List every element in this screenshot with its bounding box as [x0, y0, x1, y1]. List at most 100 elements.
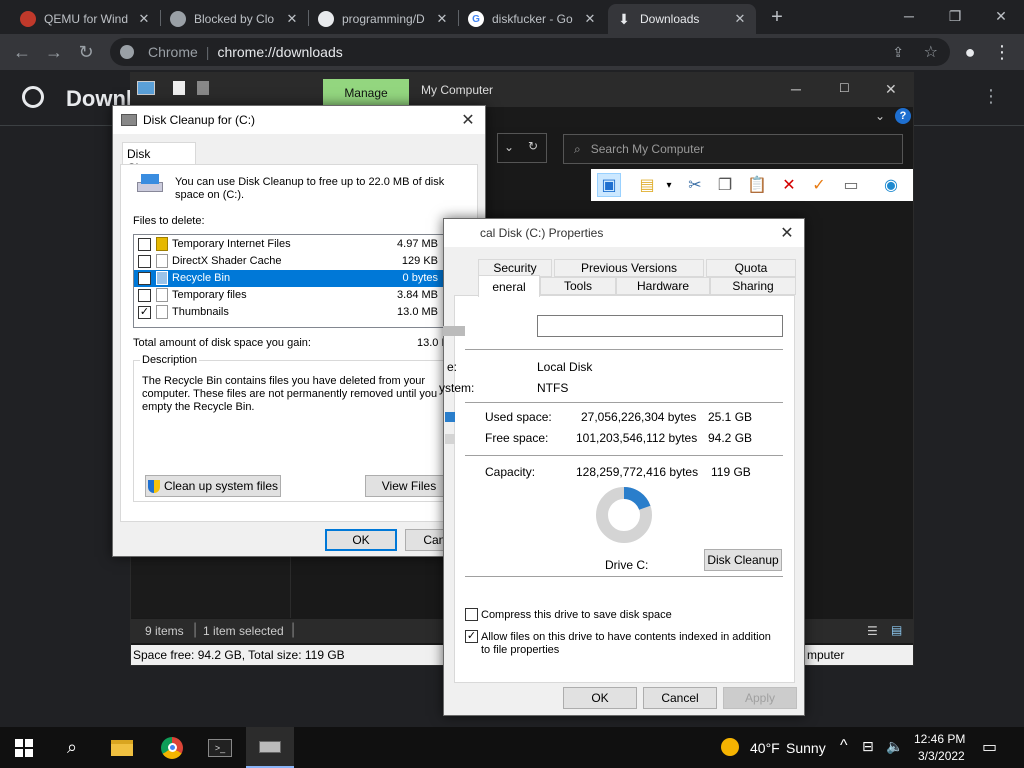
paste-icon[interactable]: 📋 [745, 173, 769, 197]
index-checkbox[interactable]: ✓ [465, 630, 478, 643]
tab-programming[interactable]: programming/D ✕ [310, 4, 458, 34]
cancel-button[interactable]: Cancel [643, 687, 717, 709]
total-gain-label: Total amount of disk space you gain: [133, 337, 311, 349]
tab-tools[interactable]: Tools [540, 277, 616, 295]
share-icon[interactable]: ⇪ [892, 44, 904, 61]
tab-general[interactable]: eneral [478, 275, 540, 297]
downloads-menu-icon[interactable]: ⋮ [982, 86, 1000, 107]
weather-temperature[interactable]: 40°F [750, 740, 780, 756]
address-bar[interactable]: Chrome | chrome://downloads ⇪ ☆ [110, 38, 950, 66]
file-checkbox[interactable] [138, 255, 151, 268]
network-icon[interactable]: ◉ [879, 173, 903, 197]
network-tray-icon[interactable]: ⊟ [862, 738, 874, 755]
properties-qat-icon[interactable] [173, 81, 185, 95]
drive-label: Drive C: [605, 558, 649, 572]
file-name: Temporary files [172, 289, 247, 301]
explorer-maximize-icon[interactable]: ☐ [839, 81, 850, 95]
restore-icon[interactable]: ❐ [932, 0, 978, 32]
list-item[interactable]: ✓ Thumbnails 13.0 MB [134, 304, 444, 321]
list-item[interactable]: Recycle Bin 0 bytes [134, 270, 444, 287]
profile-icon[interactable]: ● [958, 40, 982, 64]
tab-blocked[interactable]: Blocked by Clo ✕ [162, 4, 308, 34]
help-icon[interactable]: ? [895, 108, 911, 124]
divider [465, 455, 783, 456]
clean-up-system-files-button[interactable]: Clean up system files [145, 475, 281, 497]
compress-checkbox[interactable] [465, 608, 478, 621]
view-files-button[interactable]: View Files [365, 475, 453, 497]
volume-icon[interactable]: 🔈 [886, 738, 903, 755]
tray-chevron-icon[interactable]: ^ [840, 737, 848, 755]
details-view-icon[interactable]: ☰ [867, 624, 878, 638]
explorer-title-bar: Manage My Computer ─ ☐ ✕ [131, 73, 913, 107]
file-checkbox[interactable] [138, 289, 151, 302]
file-size: 129 KB [401, 255, 438, 267]
large-icons-view-icon[interactable]: ▤ [891, 623, 902, 637]
disk-cleanup-button[interactable]: Disk Cleanup [704, 549, 782, 571]
chrome-taskbar-icon[interactable] [148, 727, 196, 768]
start-button[interactable] [0, 727, 48, 768]
weather-condition[interactable]: Sunny [786, 740, 826, 756]
minimize-icon[interactable]: ─ [886, 0, 932, 32]
tab-downloads[interactable]: ⬇ Downloads ✕ [608, 4, 756, 34]
list-item[interactable]: DirectX Shader Cache 129 KB [134, 253, 444, 270]
address-box[interactable]: ⌄ ↻ [497, 133, 547, 163]
file-size: 3.84 MB [397, 289, 438, 301]
explorer-close-icon[interactable]: ✕ [885, 81, 897, 98]
tab-label: programming/D [342, 12, 425, 26]
ok-button[interactable]: OK [563, 687, 637, 709]
file-checkbox[interactable]: ✓ [138, 306, 151, 319]
tab-close-icon[interactable]: ✕ [434, 11, 450, 27]
tab-close-icon[interactable]: ✕ [582, 11, 598, 27]
file-explorer-taskbar-icon[interactable] [98, 727, 146, 768]
list-item[interactable]: Temporary Internet Files 4.97 MB [134, 236, 444, 253]
rename-icon[interactable]: ✓ [807, 173, 831, 197]
tab-hardware[interactable]: Hardware [616, 277, 710, 295]
tab-close-icon[interactable]: ✕ [284, 11, 300, 27]
cut-icon[interactable]: ✂ [683, 173, 707, 197]
clock-date[interactable]: 3/3/2022 [918, 749, 965, 763]
notifications-icon[interactable]: ▭ [982, 737, 997, 757]
ok-button[interactable]: OK [325, 529, 397, 551]
search-input[interactable]: ⌕ Search My Computer [563, 134, 903, 164]
tab-quota[interactable]: Quota [706, 259, 796, 277]
tab-sharing[interactable]: Sharing [710, 277, 796, 295]
refresh-icon[interactable]: ↻ [528, 139, 538, 153]
reload-icon[interactable]: ↻ [74, 40, 98, 64]
description-label: Description [140, 354, 200, 366]
tab-disk-cleanup[interactable]: Disk Cleanup [122, 142, 196, 175]
terminal-taskbar-icon[interactable]: >_ [196, 727, 244, 768]
manage-tab[interactable]: Manage [323, 79, 409, 107]
file-checkbox[interactable] [138, 238, 151, 251]
preview-pane-icon[interactable]: ▣ [597, 173, 621, 197]
menu-kebab-icon[interactable]: ⋮ [990, 40, 1014, 64]
dropdown-arrow-icon[interactable]: ▾ [657, 173, 681, 197]
forward-icon[interactable]: → [42, 40, 66, 64]
properties-icon[interactable]: ▭ [839, 173, 863, 197]
disk-cleanup-taskbar-icon[interactable] [246, 727, 294, 768]
new-tab-icon[interactable]: + [766, 6, 788, 28]
drive-name-field[interactable] [537, 315, 783, 337]
clock-time[interactable]: 12:46 PM [914, 732, 965, 746]
tab-previous-versions[interactable]: Previous Versions [554, 259, 704, 277]
ribbon-expand-icon[interactable]: ⌄ [875, 109, 885, 123]
delete-icon[interactable]: ✕ [777, 173, 801, 197]
tab-qemu[interactable]: QEMU for Wind ✕ [12, 4, 160, 34]
back-icon[interactable]: ← [10, 40, 34, 64]
close-icon[interactable]: ✕ [770, 219, 804, 247]
close-icon[interactable]: ✕ [451, 106, 485, 134]
list-item[interactable]: Temporary files 3.84 MB [134, 287, 444, 304]
files-list[interactable]: Temporary Internet Files 4.97 MB DirectX… [133, 234, 465, 328]
search-icon[interactable]: ⌕ [48, 727, 96, 768]
globe-icon [170, 11, 186, 27]
bookmark-star-icon[interactable]: ☆ [924, 42, 938, 62]
tab-close-icon[interactable]: ✕ [732, 11, 748, 27]
address-dropdown-icon[interactable]: ⌄ [504, 140, 514, 154]
explorer-minimize-icon[interactable]: ─ [791, 81, 801, 97]
new-folder-icon[interactable]: ▤ [635, 173, 659, 197]
tab-google[interactable]: G diskfucker - Go ✕ [460, 4, 606, 34]
tab-close-icon[interactable]: ✕ [136, 11, 152, 27]
qat-icon[interactable] [197, 81, 209, 95]
close-window-icon[interactable]: ✕ [978, 0, 1024, 32]
copy-icon[interactable]: ❐ [713, 173, 737, 197]
file-checkbox[interactable] [138, 272, 151, 285]
